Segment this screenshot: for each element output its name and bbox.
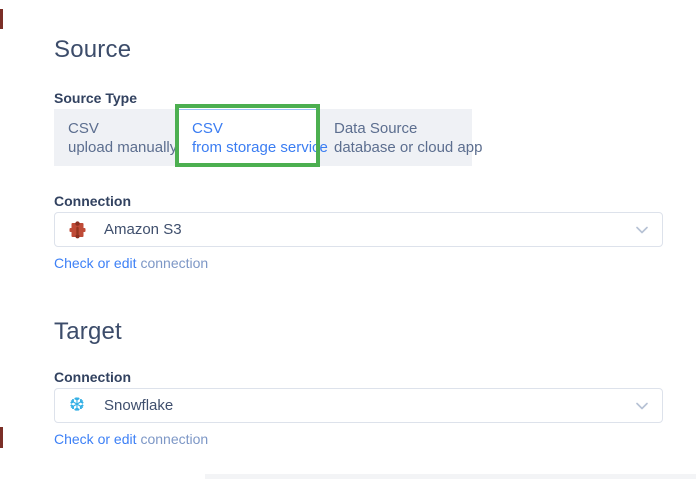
source-connection-value: Amazon S3 — [104, 221, 636, 238]
amazon-s3-icon — [67, 219, 87, 241]
target-check-or-edit-connection-link[interactable]: Check or editconnection — [54, 431, 208, 447]
source-section-heading: Source — [54, 36, 131, 64]
snowflake-icon: ❆ — [67, 395, 87, 417]
chevron-down-icon — [636, 226, 648, 234]
target-connection-value: Snowflake — [104, 397, 636, 414]
tab-data-source[interactable]: Data Source database or cloud app — [320, 109, 472, 166]
tab-title: Data Source — [334, 119, 472, 138]
screen-edge-artifact-top — [0, 9, 3, 29]
source-check-or-edit-connection-link[interactable]: Check or editconnection — [54, 255, 208, 271]
bottom-section-divider — [205, 474, 696, 479]
source-connection-label: Connection — [54, 193, 131, 209]
source-type-tabstrip: CSV upload manually CSV from storage ser… — [54, 109, 472, 166]
link-action-text: Check or edit — [54, 255, 136, 271]
link-object-text: connection — [140, 431, 208, 447]
page: Source Source Type CSV upload manually C… — [0, 0, 696, 479]
tab-subtitle: from storage service — [192, 138, 319, 157]
tab-subtitle: database or cloud app — [334, 138, 472, 157]
source-type-label: Source Type — [54, 90, 137, 106]
source-connection-select[interactable]: Amazon S3 — [54, 212, 663, 247]
chevron-down-icon — [636, 402, 648, 410]
tab-subtitle: upload manually — [68, 138, 175, 157]
tab-csv-upload-manually[interactable]: CSV upload manually — [54, 109, 175, 166]
target-connection-label: Connection — [54, 369, 131, 385]
target-connection-select[interactable]: ❆ Snowflake — [54, 388, 663, 423]
screen-edge-artifact-bottom — [0, 427, 3, 448]
tab-csv-from-storage-service[interactable]: CSV from storage service — [175, 109, 320, 166]
tab-title: CSV — [192, 119, 319, 138]
tab-title: CSV — [68, 119, 175, 138]
link-object-text: connection — [140, 255, 208, 271]
target-section-heading: Target — [54, 318, 122, 346]
link-action-text: Check or edit — [54, 431, 136, 447]
